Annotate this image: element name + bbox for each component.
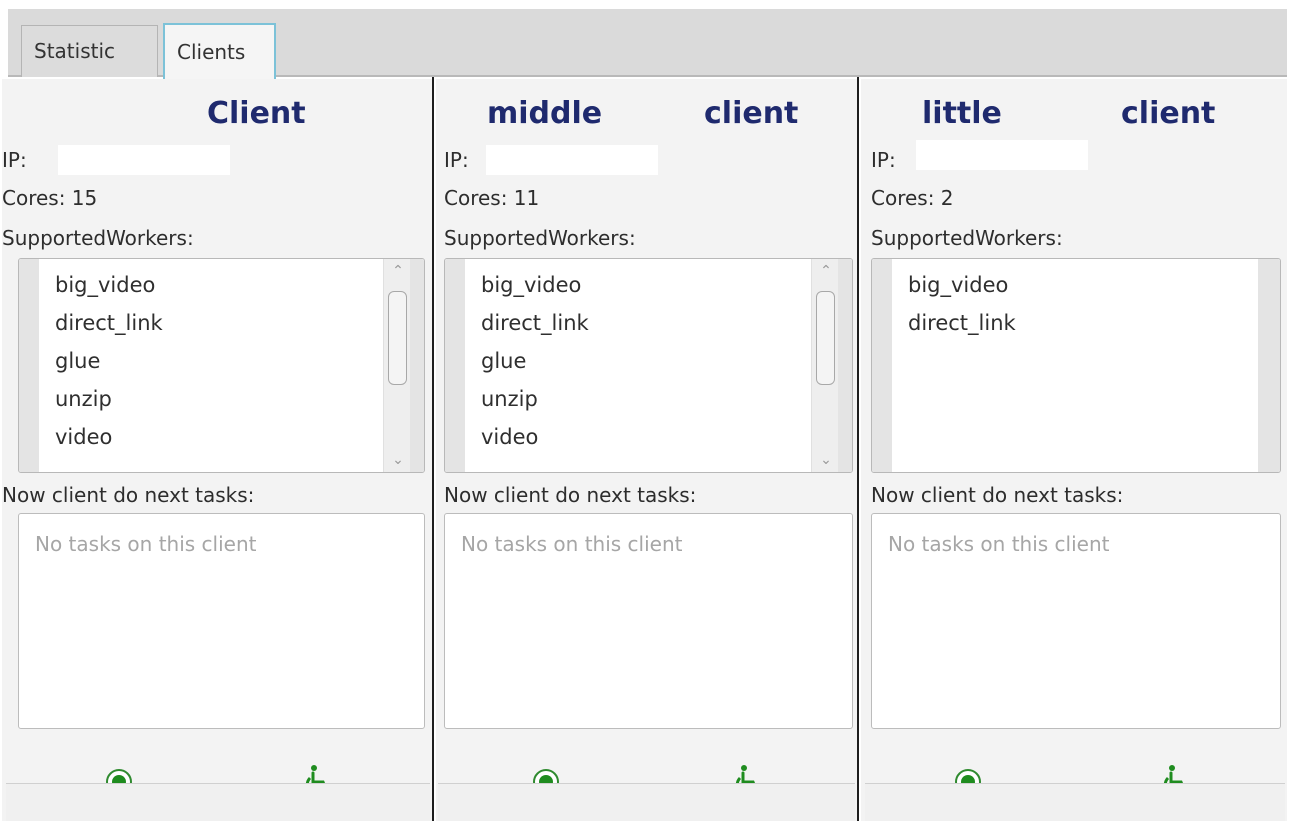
list-item[interactable]: unzip: [481, 387, 538, 411]
tasks-list[interactable]: No tasks on this client: [444, 513, 853, 729]
tab-bar: Statistic Clients: [8, 9, 1287, 79]
list-item[interactable]: direct_link: [908, 311, 1016, 335]
scrollbar[interactable]: ⌃ ⌄: [383, 259, 411, 472]
panel-footer: [6, 783, 430, 821]
list-item[interactable]: direct_link: [481, 311, 589, 335]
ip-label: IP:: [871, 148, 896, 172]
list-item[interactable]: big_video: [481, 273, 581, 297]
chevron-up-icon[interactable]: ⌃: [812, 261, 840, 281]
client-title-left: little: [922, 96, 1002, 131]
ip-value: [916, 140, 1088, 170]
list-item[interactable]: glue: [55, 349, 100, 373]
workers-list[interactable]: big_video direct_link glue unzip video ⌃…: [18, 258, 425, 473]
list-gutter: [19, 259, 39, 472]
workers-list[interactable]: big_video direct_link glue unzip video ⌃…: [444, 258, 853, 473]
list-item[interactable]: unzip: [55, 387, 112, 411]
divider: [857, 77, 859, 821]
client-title: Client: [207, 96, 306, 131]
tasks-list[interactable]: No tasks on this client: [18, 513, 425, 729]
client-title-right: client: [1121, 96, 1216, 131]
client-title-right: client: [704, 96, 799, 131]
divider: [432, 77, 434, 821]
supported-workers-label: SupportedWorkers:: [871, 226, 1063, 250]
workers-list[interactable]: big_video direct_link: [871, 258, 1281, 473]
tasks-list[interactable]: No tasks on this client: [871, 513, 1281, 729]
tasks-placeholder: No tasks on this client: [35, 532, 257, 556]
tasks-label: Now client do next tasks:: [2, 483, 255, 507]
ip-value: [486, 145, 658, 175]
tasks-label: Now client do next tasks:: [871, 483, 1124, 507]
list-gutter: [410, 259, 424, 472]
list-gutter: [872, 259, 892, 472]
list-gutter: [445, 259, 465, 472]
list-item[interactable]: video: [55, 425, 112, 449]
ip-label: IP:: [2, 148, 27, 172]
list-item[interactable]: glue: [481, 349, 526, 373]
supported-workers-label: SupportedWorkers:: [444, 226, 636, 250]
list-item[interactable]: video: [481, 425, 538, 449]
list-item[interactable]: big_video: [908, 273, 1008, 297]
tasks-placeholder: No tasks on this client: [888, 532, 1110, 556]
cores-label: Cores: 15: [2, 186, 98, 210]
tab-statistic[interactable]: Statistic: [21, 25, 158, 77]
tasks-placeholder: No tasks on this client: [461, 532, 683, 556]
list-gutter: [838, 259, 852, 472]
ip-label: IP:: [444, 148, 469, 172]
supported-workers-label: SupportedWorkers:: [2, 226, 194, 250]
scroll-thumb[interactable]: [388, 291, 407, 385]
list-item[interactable]: direct_link: [55, 311, 163, 335]
chevron-down-icon[interactable]: ⌄: [812, 450, 840, 470]
cores-label: Cores: 2: [871, 186, 954, 210]
panel-footer: [865, 783, 1285, 821]
tab-clients[interactable]: Clients: [163, 23, 276, 79]
ip-value: [58, 145, 230, 175]
chevron-down-icon[interactable]: ⌄: [384, 450, 412, 470]
list-item[interactable]: big_video: [55, 273, 155, 297]
panel-footer: [438, 783, 855, 821]
cores-label: Cores: 11: [444, 186, 540, 210]
tasks-label: Now client do next tasks:: [444, 483, 697, 507]
clients-window: Statistic Clients Client IP: Cores: 15 S…: [0, 0, 1293, 821]
scroll-thumb[interactable]: [816, 291, 835, 385]
chevron-up-icon[interactable]: ⌃: [384, 261, 412, 281]
scrollbar[interactable]: ⌃ ⌄: [811, 259, 839, 472]
client-title-left: middle: [487, 96, 603, 131]
list-gutter: [1258, 259, 1280, 472]
